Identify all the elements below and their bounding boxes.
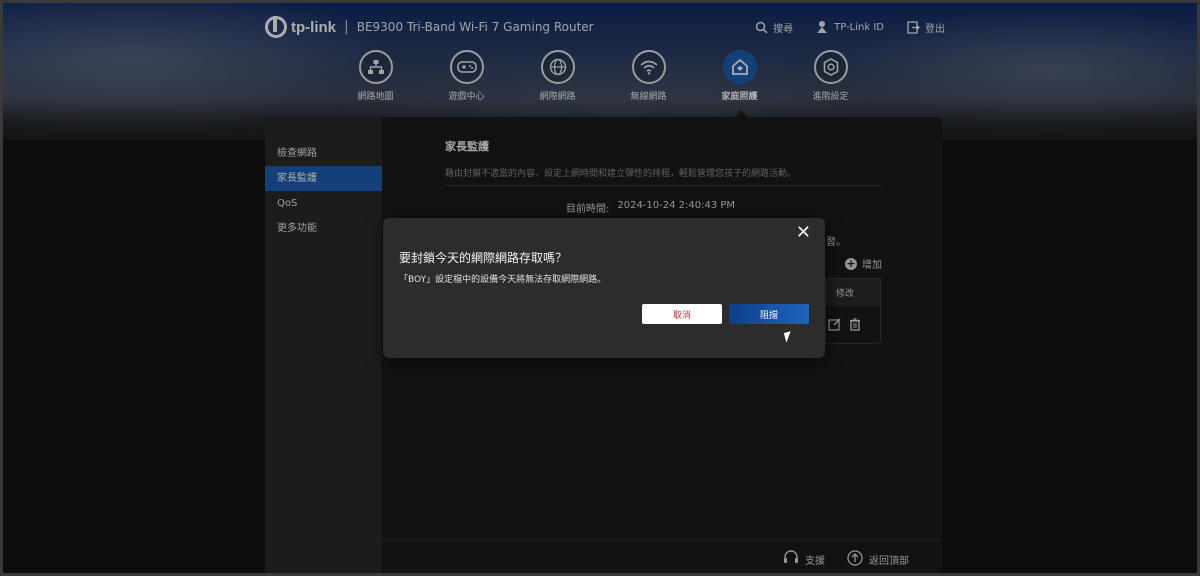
close-icon[interactable]: ✕	[796, 224, 811, 242]
dialog-message: 「BOY」設定檔中的設備今天將無法存取網際網路。	[399, 275, 607, 285]
block-button[interactable]: 阻擋	[729, 304, 809, 324]
dialog-title: 要封鎖今天的網際網路存取嗎？	[399, 251, 568, 265]
block-internet-dialog: ✕ 要封鎖今天的網際網路存取嗎？ 「BOY」設定檔中的設備今天將無法存取網際網路…	[383, 218, 825, 358]
cancel-button[interactable]: 取消	[642, 304, 722, 324]
